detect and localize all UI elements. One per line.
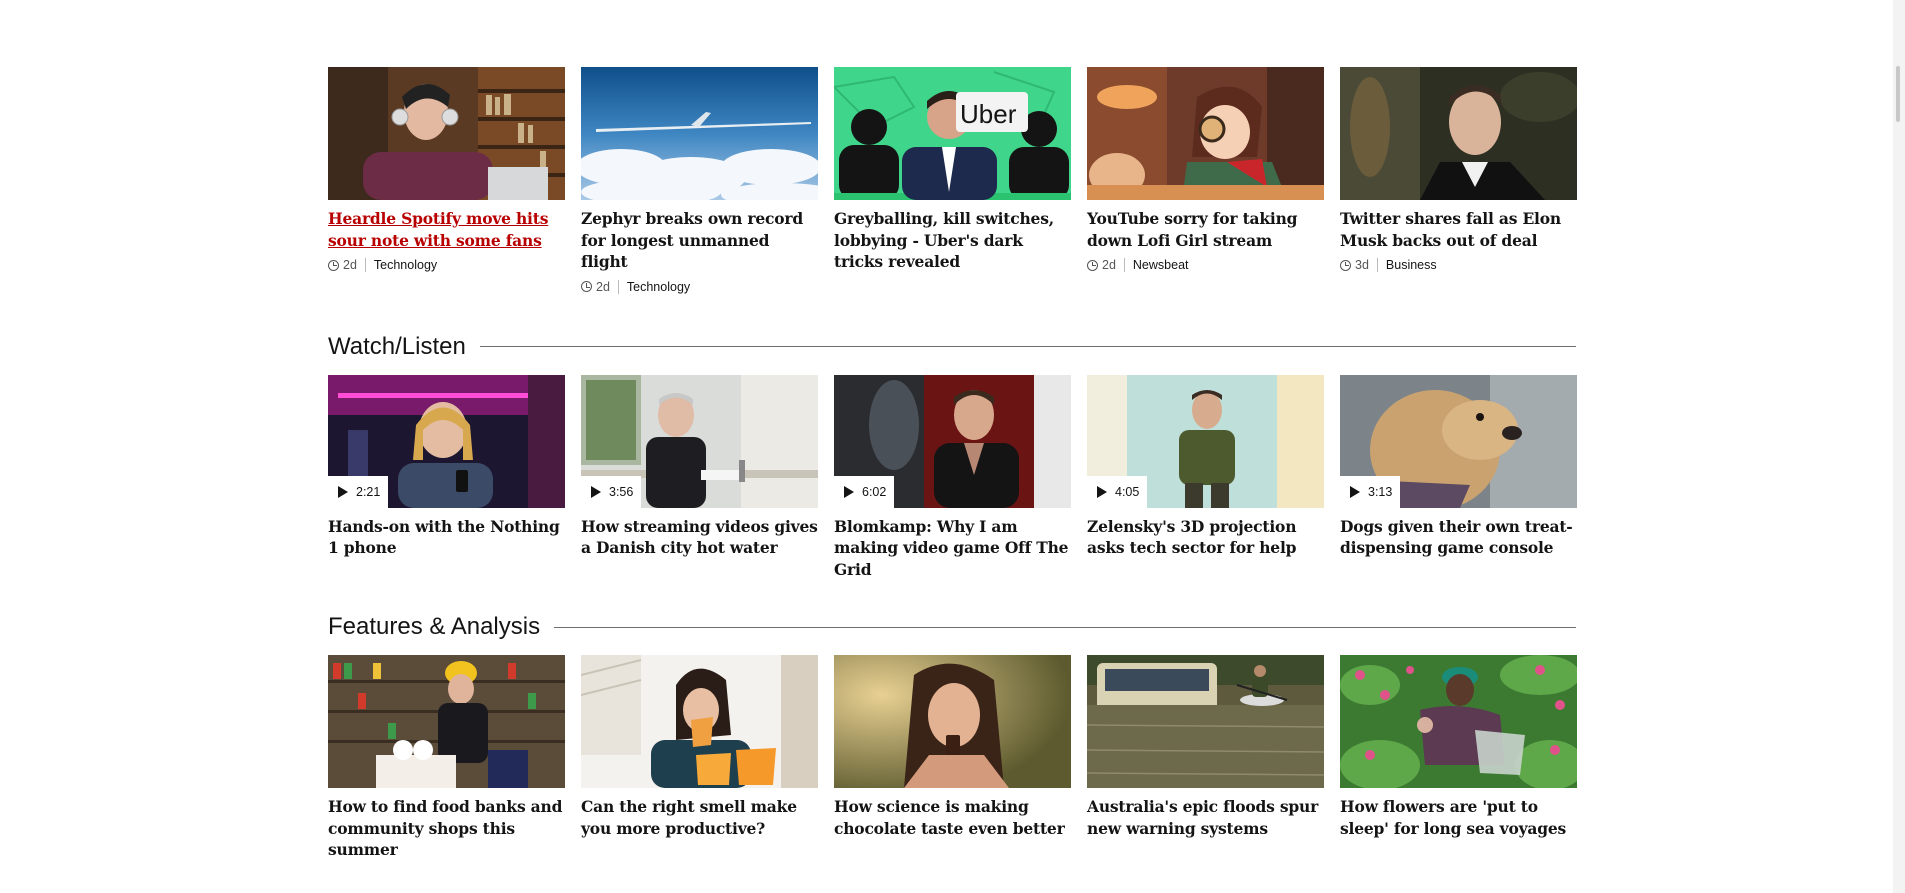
video-title[interactable]: Dogs given their own treat-dispensing ga…: [1340, 516, 1577, 559]
story-category[interactable]: Technology: [627, 280, 690, 294]
story-meta: 2d Newsbeat: [1087, 258, 1324, 272]
story-title[interactable]: YouTube sorry for taking down Lofi Girl …: [1087, 208, 1324, 251]
meta-divider: [364, 258, 366, 272]
story-title[interactable]: Twitter shares fall as Elon Musk backs o…: [1340, 208, 1577, 251]
story-card-lofi-girl[interactable]: YouTube sorry for taking down Lofi Girl …: [1087, 67, 1324, 294]
story-image-twitter-musk[interactable]: [1340, 67, 1577, 200]
story-title[interactable]: Heardle Spotify move hits sour note with…: [328, 208, 565, 251]
story-title[interactable]: Greyballing, kill switches, lobbying - U…: [834, 208, 1071, 273]
video-card-nothing-phone[interactable]: 2:21 Hands-on with the Nothing 1 phone: [328, 374, 565, 581]
news-page: Heardle Spotify move hits sour note with…: [328, 67, 1577, 861]
clock-icon: [328, 259, 339, 271]
meta-divider: [1376, 258, 1378, 272]
feature-title[interactable]: How science is making chocolate taste ev…: [834, 796, 1071, 839]
story-image-lofi-girl[interactable]: [1087, 67, 1324, 200]
section-title[interactable]: Watch/Listen: [328, 333, 480, 361]
video-duration: 4:05: [1115, 484, 1140, 499]
story-meta: 2d Technology: [328, 258, 565, 272]
story-image-zephyr[interactable]: [581, 67, 818, 200]
feature-image[interactable]: [1087, 655, 1324, 788]
features-header: Features & Analysis: [328, 613, 1576, 641]
play-icon: [591, 485, 601, 498]
section-divider: [479, 346, 1576, 347]
feature-card-smell-productive[interactable]: Can the right smell make you more produc…: [581, 655, 818, 861]
video-title[interactable]: Hands-on with the Nothing 1 phone: [328, 516, 565, 559]
feature-title[interactable]: How flowers are 'put to sleep' for long …: [1340, 796, 1577, 839]
video-duration-badge: 2:21: [328, 475, 388, 508]
top-stories-row: Heardle Spotify move hits sour note with…: [328, 67, 1577, 294]
play-icon: [338, 485, 348, 498]
story-image-heardle[interactable]: [328, 67, 565, 200]
scrollbar-thumb[interactable]: [1896, 66, 1900, 122]
feature-card-australia-floods[interactable]: Australia's epic floods spur new warning…: [1087, 655, 1324, 861]
feature-title[interactable]: Can the right smell make you more produc…: [581, 796, 818, 839]
video-thumbnail[interactable]: 2:21: [328, 374, 565, 508]
feature-title[interactable]: How to find food banks and community sho…: [328, 796, 565, 861]
features-row: How to find food banks and community sho…: [328, 655, 1577, 861]
video-title[interactable]: Blomkamp: Why I am making video game Off…: [834, 516, 1071, 581]
video-title[interactable]: How streaming videos gives a Danish city…: [581, 516, 818, 559]
feature-image[interactable]: [1340, 655, 1577, 788]
story-age: 3d: [1355, 258, 1369, 272]
story-category[interactable]: Technology: [374, 258, 437, 272]
video-thumbnail[interactable]: 6:02: [834, 374, 1071, 508]
story-image-uber[interactable]: Uber: [834, 67, 1071, 200]
video-card-danish-hot-water[interactable]: 3:56 How streaming videos gives a Danish…: [581, 374, 818, 581]
story-category[interactable]: Business: [1386, 258, 1437, 272]
story-age: 2d: [343, 258, 357, 272]
story-card-twitter-musk[interactable]: Twitter shares fall as Elon Musk backs o…: [1340, 67, 1577, 294]
feature-image[interactable]: [834, 655, 1071, 788]
clock-icon: [1340, 259, 1351, 271]
story-meta: 2d Technology: [581, 279, 818, 294]
feature-image[interactable]: [581, 655, 818, 788]
watch-listen-header: Watch/Listen: [328, 333, 1576, 361]
play-icon: [1097, 485, 1107, 498]
video-duration-badge: 3:13: [1340, 475, 1400, 508]
section-title[interactable]: Features & Analysis: [328, 613, 554, 641]
story-age: 2d: [1102, 258, 1116, 272]
video-thumbnail[interactable]: 3:13: [1340, 374, 1577, 508]
video-card-blomkamp[interactable]: 6:02 Blomkamp: Why I am making video gam…: [834, 374, 1071, 581]
video-duration-badge: 4:05: [1087, 475, 1147, 508]
story-card-uber[interactable]: Uber Greyballing, kill switches, lobbyin…: [834, 67, 1071, 294]
page-scrollbar[interactable]: [1893, 0, 1905, 893]
play-icon: [844, 485, 854, 498]
video-duration-badge: 6:02: [834, 475, 894, 508]
story-category[interactable]: Newsbeat: [1133, 258, 1189, 272]
video-duration-badge: 3:56: [581, 475, 641, 508]
feature-card-food-banks[interactable]: How to find food banks and community sho…: [328, 655, 565, 861]
video-thumbnail[interactable]: 4:05: [1087, 374, 1324, 508]
uber-logo-text: Uber: [960, 99, 1017, 129]
video-duration: 2:21: [356, 484, 381, 499]
meta-divider: [617, 279, 619, 294]
watch-listen-row: 2:21 Hands-on with the Nothing 1 phone 3…: [328, 374, 1577, 581]
story-meta: 3d Business: [1340, 258, 1577, 272]
video-title[interactable]: Zelensky's 3D projection asks tech secto…: [1087, 516, 1324, 559]
feature-title[interactable]: Australia's epic floods spur new warning…: [1087, 796, 1324, 839]
video-card-zelensky[interactable]: 4:05 Zelensky's 3D projection asks tech …: [1087, 374, 1324, 581]
feature-image[interactable]: [328, 655, 565, 788]
play-icon: [1350, 485, 1360, 498]
story-age: 2d: [596, 279, 610, 294]
story-card-zephyr[interactable]: Zephyr breaks own record for longest unm…: [581, 67, 818, 294]
video-thumbnail[interactable]: 3:56: [581, 374, 818, 508]
clock-icon: [1087, 259, 1098, 271]
section-divider: [554, 626, 1576, 628]
story-card-heardle[interactable]: Heardle Spotify move hits sour note with…: [328, 67, 565, 294]
video-duration: 6:02: [862, 484, 887, 499]
clock-icon: [581, 281, 592, 292]
video-duration: 3:56: [609, 484, 634, 499]
story-title[interactable]: Zephyr breaks own record for longest unm…: [581, 208, 818, 273]
feature-card-flowers[interactable]: How flowers are 'put to sleep' for long …: [1340, 655, 1577, 861]
video-duration: 3:13: [1368, 484, 1393, 499]
feature-card-chocolate[interactable]: How science is making chocolate taste ev…: [834, 655, 1071, 861]
video-card-dog-console[interactable]: 3:13 Dogs given their own treat-dispensi…: [1340, 374, 1577, 581]
meta-divider: [1123, 258, 1125, 272]
